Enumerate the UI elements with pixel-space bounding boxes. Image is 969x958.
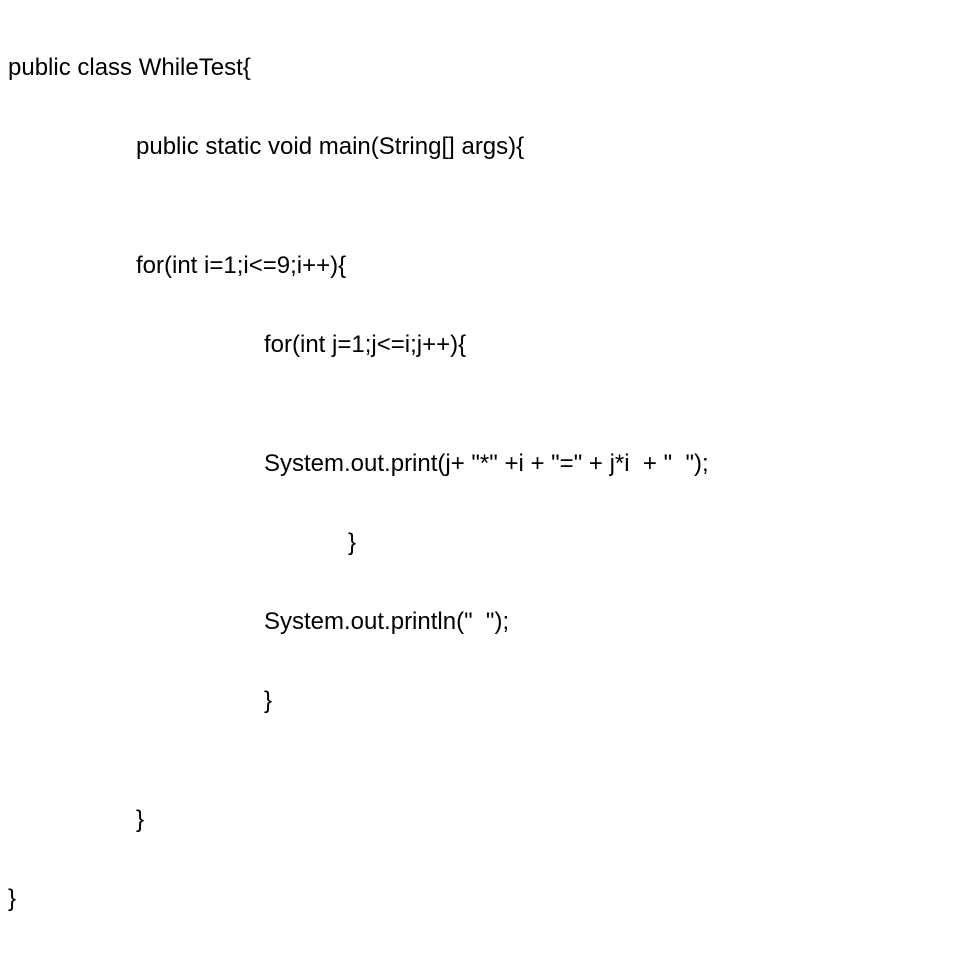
code-line: System.out.print(j+ "*" +i + "=" + j*i +… [8, 444, 969, 484]
code-line: System.out.println(" "); [8, 602, 969, 642]
code-line: } [8, 681, 969, 721]
code-block: public class WhileTest{ public static vo… [8, 8, 969, 958]
code-line: public static void main(String[] args){ [8, 127, 969, 167]
code-line: } [8, 800, 969, 840]
code-line: for(int j=1;j<=i;j++){ [8, 325, 969, 365]
code-line: } [8, 879, 969, 919]
code-line: public class WhileTest{ [8, 48, 969, 88]
code-line: for(int i=1;i<=9;i++){ [8, 246, 969, 286]
code-line: } [8, 523, 969, 563]
